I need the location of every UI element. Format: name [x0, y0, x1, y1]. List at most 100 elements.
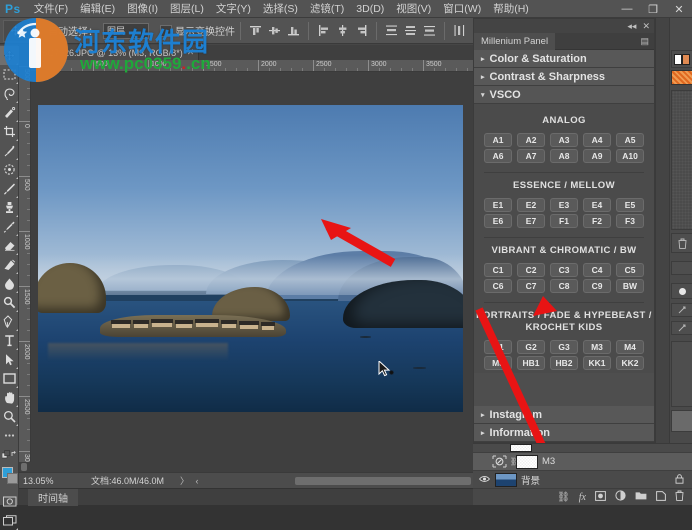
align-horizontal-centers-icon[interactable] — [333, 21, 352, 40]
preset-g3[interactable]: G3 — [550, 340, 578, 354]
link-layers-icon[interactable]: ⛓ — [557, 492, 570, 503]
horizontal-type-tool[interactable] — [0, 331, 19, 350]
align-right-edges-icon[interactable] — [352, 21, 371, 40]
preset-kk2[interactable]: KK2 — [616, 356, 644, 370]
preset-a6[interactable]: A6 — [484, 149, 512, 163]
layer-mask-thumbnail[interactable] — [516, 455, 538, 469]
dock-icon-column[interactable] — [656, 18, 670, 505]
preset-hb2[interactable]: HB2 — [550, 356, 578, 370]
preset-c5[interactable]: C5 — [616, 263, 644, 277]
preset-c2[interactable]: C2 — [517, 263, 545, 277]
new-group-icon[interactable] — [635, 491, 647, 503]
preset-g2[interactable]: G2 — [517, 340, 545, 354]
menu-file[interactable]: 文件(F) — [28, 0, 74, 18]
preset-e5[interactable]: E5 — [616, 198, 644, 212]
menu-select[interactable]: 选择(S) — [257, 0, 304, 18]
path-selection-tool[interactable] — [0, 350, 19, 369]
layer-style-icon[interactable]: fx — [579, 492, 586, 503]
spot-healing-brush-tool[interactable] — [0, 160, 19, 179]
histogram-panel-tab[interactable] — [671, 261, 692, 275]
preset-a10[interactable]: A10 — [616, 149, 644, 163]
menu-image[interactable]: 图像(I) — [121, 0, 164, 18]
pen-tool[interactable] — [0, 312, 19, 331]
horizontal-ruler[interactable]: 0 500 1000 1500 2000 2500 3000 3500 — [31, 60, 473, 72]
distribute-left-edges-icon[interactable] — [450, 21, 469, 40]
clone-stamp-tool[interactable] — [0, 198, 19, 217]
blur-tool[interactable] — [0, 274, 19, 293]
preset-a5[interactable]: A5 — [616, 133, 644, 147]
close-button[interactable]: ✕ — [666, 0, 692, 18]
crop-tool[interactable] — [0, 122, 19, 141]
menu-window[interactable]: 窗口(W) — [437, 0, 487, 18]
layer-thumbnail[interactable] — [495, 473, 517, 487]
align-left-edges-icon[interactable] — [314, 21, 333, 40]
foreground-swatch[interactable] — [674, 54, 682, 65]
color-panel[interactable] — [671, 50, 692, 68]
menu-view[interactable]: 视图(V) — [390, 0, 437, 18]
preset-c3[interactable]: C3 — [550, 263, 578, 277]
preset-e6[interactable]: E6 — [484, 214, 512, 228]
tab-millenium-panel[interactable]: Millenium Panel — [474, 33, 555, 50]
preset-a2[interactable]: A2 — [517, 133, 545, 147]
tab-timeline[interactable]: 时间轴 — [28, 489, 78, 506]
panel-scrollbar-thumb[interactable] — [671, 410, 692, 432]
preset-c1[interactable]: C1 — [484, 263, 512, 277]
layer-mask-icon[interactable] — [595, 491, 606, 504]
dodge-tool[interactable] — [0, 293, 19, 312]
default-colors-and-swap-icon[interactable] — [0, 445, 19, 464]
menu-type[interactable]: 文字(Y) — [210, 0, 257, 18]
distribute-top-edges-icon[interactable] — [382, 21, 401, 40]
layer-row-partial[interactable] — [473, 444, 692, 453]
background-swatch[interactable] — [682, 54, 690, 65]
accordion-contrast-sharpness[interactable]: ▸ Contrast & Sharpness — [474, 68, 654, 86]
preset-a1[interactable]: A1 — [484, 133, 512, 147]
adjustments-icon[interactable] — [671, 303, 692, 317]
rectangle-tool[interactable] — [0, 369, 19, 388]
rectangular-marquee-tool[interactable] — [0, 65, 19, 84]
layer-row-m3[interactable]: ⛓ M3 — [473, 453, 692, 471]
maximize-button[interactable]: ❐ — [640, 0, 666, 18]
layer-row-background[interactable]: 背景 — [473, 471, 692, 489]
accordion-vsco[interactable]: ▾ VSCO — [474, 86, 654, 104]
menu-filter[interactable]: 滤镜(T) — [304, 0, 350, 18]
eraser-tool[interactable] — [0, 236, 19, 255]
lasso-tool[interactable] — [0, 84, 19, 103]
preset-hb1[interactable]: HB1 — [517, 356, 545, 370]
preset-a4[interactable]: A4 — [583, 133, 611, 147]
hand-tool[interactable] — [0, 388, 19, 407]
canvas-area[interactable] — [31, 72, 473, 472]
preset-a7[interactable]: A7 — [517, 149, 545, 163]
adjustment-layer-icon[interactable] — [491, 455, 508, 469]
scrollbar-thumb[interactable] — [21, 463, 27, 471]
preset-f3[interactable]: F3 — [616, 214, 644, 228]
close-icon[interactable]: ✕ — [642, 21, 650, 32]
preset-a9[interactable]: A9 — [583, 149, 611, 163]
preset-c4[interactable]: C4 — [583, 263, 611, 277]
quick-mask-mode-button[interactable] — [0, 492, 19, 511]
distribute-vertical-centers-icon[interactable] — [401, 21, 420, 40]
properties-panel-area[interactable] — [671, 90, 692, 230]
zoom-tool[interactable] — [0, 407, 19, 426]
eyedropper-tool[interactable] — [0, 141, 19, 160]
auto-select-dropdown[interactable]: 图层 — [103, 23, 149, 39]
document-image[interactable] — [38, 105, 463, 412]
preset-bw[interactable]: BW — [616, 279, 644, 293]
distribute-bottom-edges-icon[interactable] — [420, 21, 439, 40]
styles-icon[interactable] — [671, 321, 692, 335]
panel-menu-icon[interactable]: ▤ — [640, 36, 649, 47]
preset-a3[interactable]: A3 — [550, 133, 578, 147]
preset-m3[interactable]: M3 — [583, 340, 611, 354]
menu-layer[interactable]: 图层(L) — [164, 0, 210, 18]
preset-e2[interactable]: E2 — [517, 198, 545, 212]
accordion-instagram[interactable]: ▸ Instagram — [474, 406, 654, 424]
new-layer-icon[interactable] — [656, 491, 666, 504]
preset-g1[interactable]: G1 — [484, 340, 512, 354]
preset-m4[interactable]: M4 — [616, 340, 644, 354]
accordion-color-saturation[interactable]: ▸ Color & Saturation — [474, 50, 654, 68]
preset-c7[interactable]: C7 — [517, 279, 545, 293]
align-bottom-edges-icon[interactable] — [284, 21, 303, 40]
canvas-horizontal-scrollbar[interactable] — [19, 462, 473, 472]
preset-f2[interactable]: F2 — [583, 214, 611, 228]
menu-3d[interactable]: 3D(D) — [350, 0, 390, 18]
preset-c6[interactable]: C6 — [484, 279, 512, 293]
